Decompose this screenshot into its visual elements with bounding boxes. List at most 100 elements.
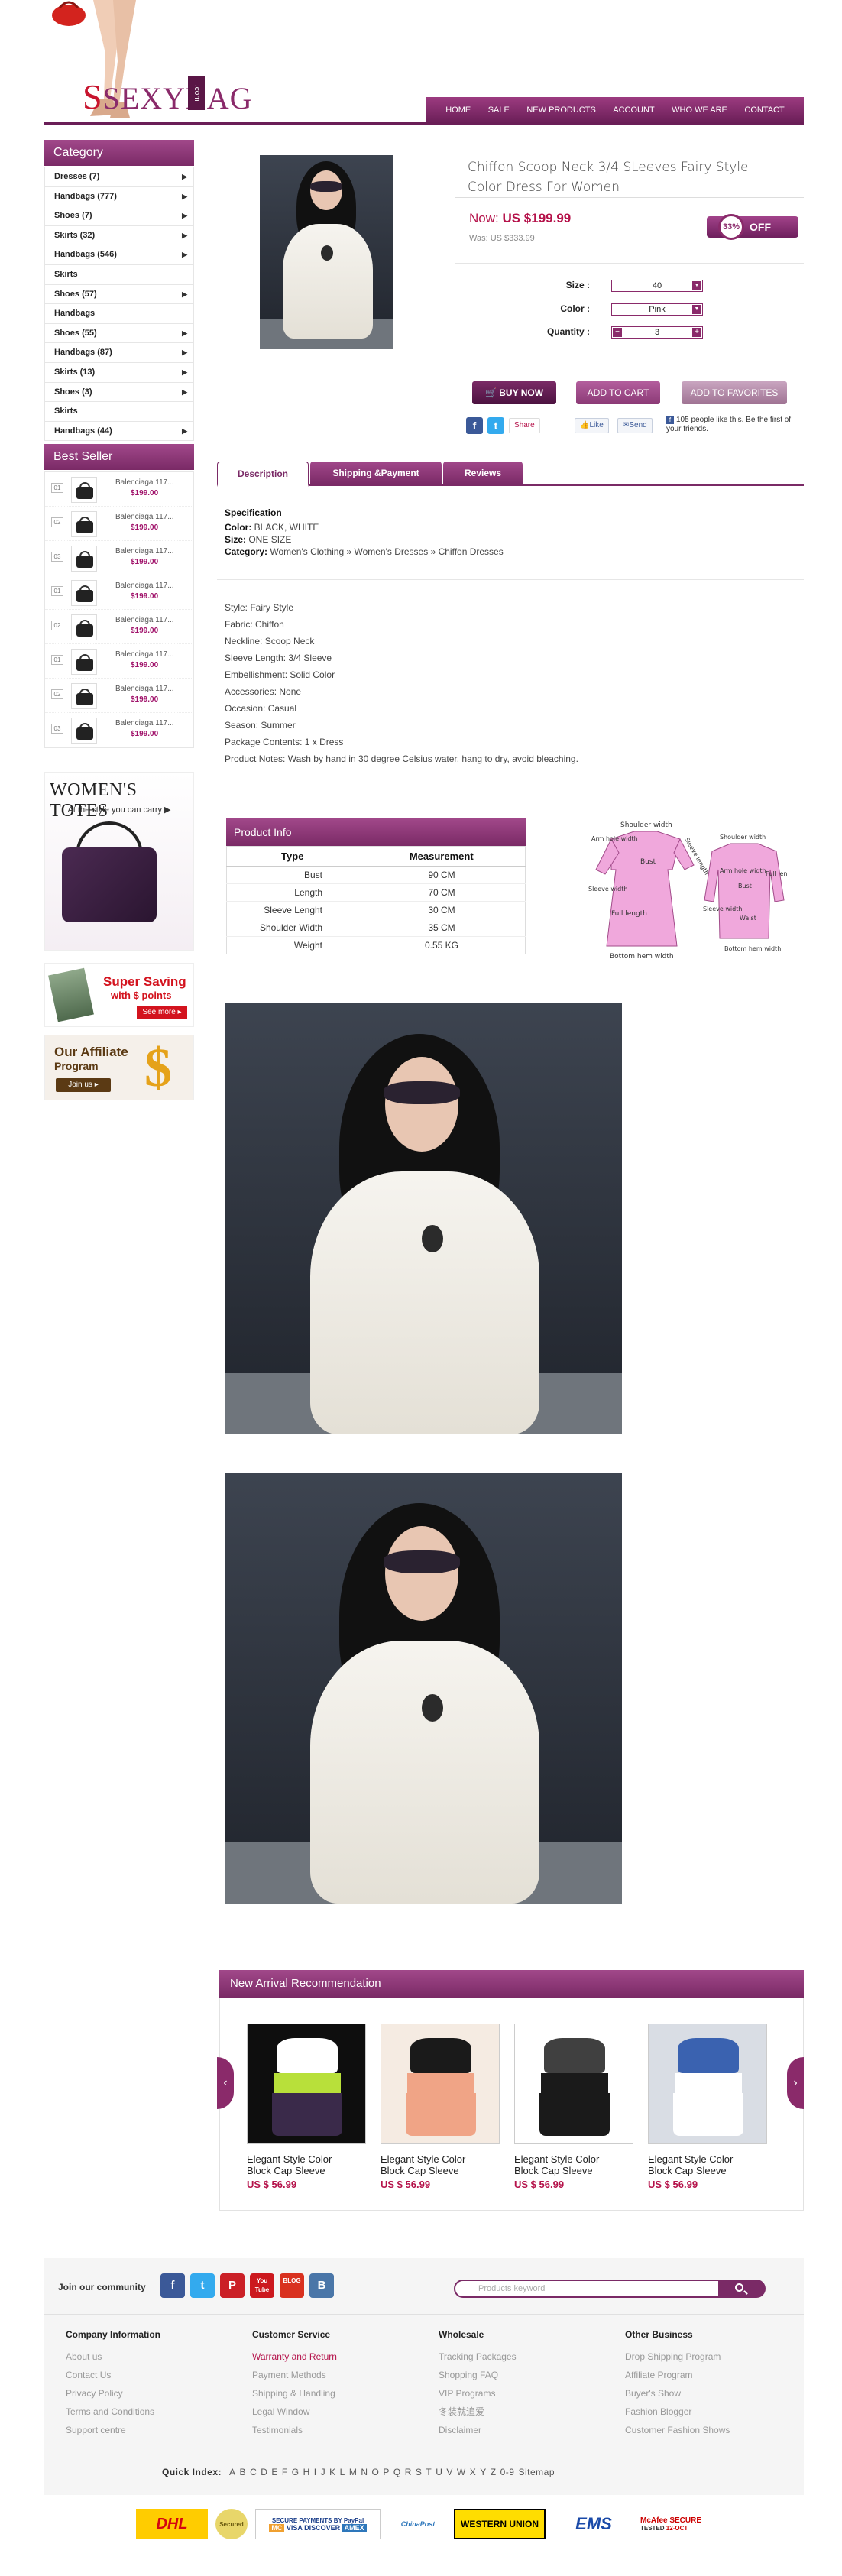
nav-account[interactable]: ACCOUNT: [613, 105, 654, 115]
footer-link[interactable]: Shopping FAQ: [439, 2366, 607, 2384]
category-item[interactable]: Handbags (546) ▶: [44, 245, 194, 265]
category-item[interactable]: Dresses (7) ▶: [44, 167, 194, 187]
category-item[interactable]: Handbags (777) ▶: [44, 186, 194, 207]
footer-search-button[interactable]: [718, 2280, 766, 2298]
quick-index-link[interactable]: B: [240, 2467, 247, 2477]
nav-contact[interactable]: CONTACT: [744, 105, 784, 115]
buy-now-button[interactable]: 🛒 BUY NOW: [472, 381, 556, 404]
category-item[interactable]: Skirts (13) ▶: [44, 362, 194, 383]
nav-home[interactable]: HOME: [445, 105, 471, 115]
category-item[interactable]: Skirts (32) ▶: [44, 225, 194, 246]
nav-sale[interactable]: SALE: [488, 105, 510, 115]
add-to-cart-button[interactable]: ADD TO CART: [576, 381, 660, 404]
category-item[interactable]: Handbags: [44, 304, 194, 324]
see-more-button[interactable]: See more ▸: [137, 1006, 187, 1019]
quick-index-link[interactable]: Y: [480, 2467, 487, 2477]
promo-super-saving[interactable]: Super Saving with $ points See more ▸: [44, 963, 194, 1027]
footer-link[interactable]: Terms and Conditions: [66, 2403, 234, 2421]
category-item[interactable]: Shoes (55) ▶: [44, 323, 194, 344]
add-to-favorites-button[interactable]: ADD TO FAVORITES: [682, 381, 787, 404]
quick-index-link[interactable]: U: [436, 2467, 442, 2477]
product-card-image[interactable]: [514, 2024, 633, 2144]
category-item[interactable]: Handbags (87) ▶: [44, 343, 194, 363]
quick-index-link[interactable]: W: [457, 2467, 466, 2477]
best-seller-item[interactable]: 01 Balenciaga 117... $199.00: [45, 575, 193, 610]
footer-link[interactable]: Legal Window: [252, 2403, 420, 2421]
quick-index-link[interactable]: J: [321, 2467, 326, 2477]
vk-icon[interactable]: B: [309, 2273, 334, 2298]
quick-index-link[interactable]: V: [446, 2467, 453, 2477]
footer-link[interactable]: Payment Methods: [252, 2366, 420, 2384]
footer-link[interactable]: Shipping & Handling: [252, 2384, 420, 2403]
product-card-name[interactable]: Elegant Style Color Block Cap Sleeve: [381, 2153, 480, 2176]
footer-link[interactable]: Drop Shipping Program: [625, 2348, 793, 2366]
size-select[interactable]: 40 ▼: [611, 280, 703, 292]
footer-link[interactable]: Privacy Policy: [66, 2384, 234, 2403]
quick-index-link[interactable]: 0-9: [500, 2467, 515, 2477]
category-item[interactable]: Shoes (57) ▶: [44, 284, 194, 305]
facebook-share-icon[interactable]: f: [466, 417, 483, 434]
quick-index-link[interactable]: A: [229, 2467, 236, 2477]
best-seller-item[interactable]: 01 Balenciaga 117... $199.00: [45, 472, 193, 507]
footer-link[interactable]: Support centre: [66, 2421, 234, 2439]
youtube-icon[interactable]: You Tube: [250, 2273, 274, 2298]
quick-index-link[interactable]: P: [383, 2467, 390, 2477]
tab-reviews[interactable]: Reviews: [443, 462, 523, 484]
product-card[interactable]: Elegant Style Color Block Cap Sleeve US $…: [648, 2024, 767, 2190]
quick-index-link[interactable]: T: [426, 2467, 432, 2477]
best-seller-item[interactable]: 01 Balenciaga 117... $199.00: [45, 644, 193, 679]
nav-who-we-are[interactable]: WHO WE ARE: [672, 105, 727, 115]
facebook-icon[interactable]: f: [160, 2273, 185, 2298]
plus-icon[interactable]: +: [692, 328, 701, 337]
fb-send-button[interactable]: ✉Send: [617, 418, 653, 433]
tab-shipping-payment[interactable]: Shipping &Payment: [310, 462, 442, 484]
tab-description[interactable]: Description: [217, 462, 309, 487]
product-card[interactable]: Elegant Style Color Block Cap Sleeve US $…: [381, 2024, 500, 2190]
footer-search-input[interactable]: Products keyword: [454, 2280, 723, 2298]
quick-index-link[interactable]: G: [292, 2467, 300, 2477]
best-seller-item[interactable]: 03 Balenciaga 117... $199.00: [45, 541, 193, 575]
best-seller-item[interactable]: 03 Balenciaga 117... $199.00: [45, 713, 193, 747]
footer-link[interactable]: 冬装就追爱: [439, 2403, 607, 2421]
quick-index-link[interactable]: Q: [393, 2467, 401, 2477]
best-seller-item[interactable]: 02 Balenciaga 117... $199.00: [45, 610, 193, 644]
promo-womens-totes[interactable]: WOMEN'S TOTES At the style you can carry…: [44, 772, 194, 951]
product-card[interactable]: Elegant Style Color Block Cap Sleeve US $…: [514, 2024, 633, 2190]
quick-index-link[interactable]: D: [261, 2467, 267, 2477]
footer-link[interactable]: VIP Programs: [439, 2384, 607, 2403]
quantity-stepper[interactable]: − 3 +: [611, 326, 703, 339]
quick-index-link[interactable]: O: [372, 2467, 380, 2477]
twitter-share-icon[interactable]: t: [487, 417, 504, 434]
category-item[interactable]: Shoes (3) ▶: [44, 382, 194, 403]
footer-link[interactable]: Buyer's Show: [625, 2384, 793, 2403]
footer-link[interactable]: Affiliate Program: [625, 2366, 793, 2384]
quick-index-link[interactable]: K: [329, 2467, 336, 2477]
product-card-name[interactable]: Elegant Style Color Block Cap Sleeve: [514, 2153, 614, 2176]
product-card-image[interactable]: [648, 2024, 767, 2144]
twitter-icon[interactable]: t: [190, 2273, 215, 2298]
category-item[interactable]: Skirts: [44, 402, 194, 422]
footer-link[interactable]: Disclaimer: [439, 2421, 607, 2439]
quick-index-link[interactable]: E: [271, 2467, 278, 2477]
product-card[interactable]: Elegant Style Color Block Cap Sleeve US $…: [247, 2024, 366, 2190]
quick-index-link[interactable]: S: [416, 2467, 423, 2477]
quick-index-link[interactable]: R: [405, 2467, 412, 2477]
quick-index-link[interactable]: I: [314, 2467, 317, 2477]
minus-icon[interactable]: −: [613, 328, 622, 337]
footer-link[interactable]: Testimonials: [252, 2421, 420, 2439]
quick-index-link[interactable]: L: [340, 2467, 345, 2477]
carousel-next-icon[interactable]: ›: [787, 2057, 804, 2109]
quick-index-link[interactable]: F: [282, 2467, 288, 2477]
category-item[interactable]: Skirts: [44, 264, 194, 285]
join-us-button[interactable]: Join us ▸: [56, 1078, 111, 1092]
product-card-image[interactable]: [381, 2024, 500, 2144]
quick-index-link[interactable]: H: [303, 2467, 310, 2477]
category-item[interactable]: Shoes (7) ▶: [44, 206, 194, 226]
footer-link[interactable]: Fashion Blogger: [625, 2403, 793, 2421]
best-seller-item[interactable]: 02 Balenciaga 117... $199.00: [45, 507, 193, 541]
footer-link[interactable]: Warranty and Return: [252, 2348, 420, 2366]
best-seller-item[interactable]: 02 Balenciaga 117... $199.00: [45, 679, 193, 713]
footer-link[interactable]: Customer Fashion Shows: [625, 2421, 793, 2439]
blog-icon[interactable]: BLOG: [280, 2273, 304, 2298]
product-card-name[interactable]: Elegant Style Color Block Cap Sleeve: [648, 2153, 747, 2176]
